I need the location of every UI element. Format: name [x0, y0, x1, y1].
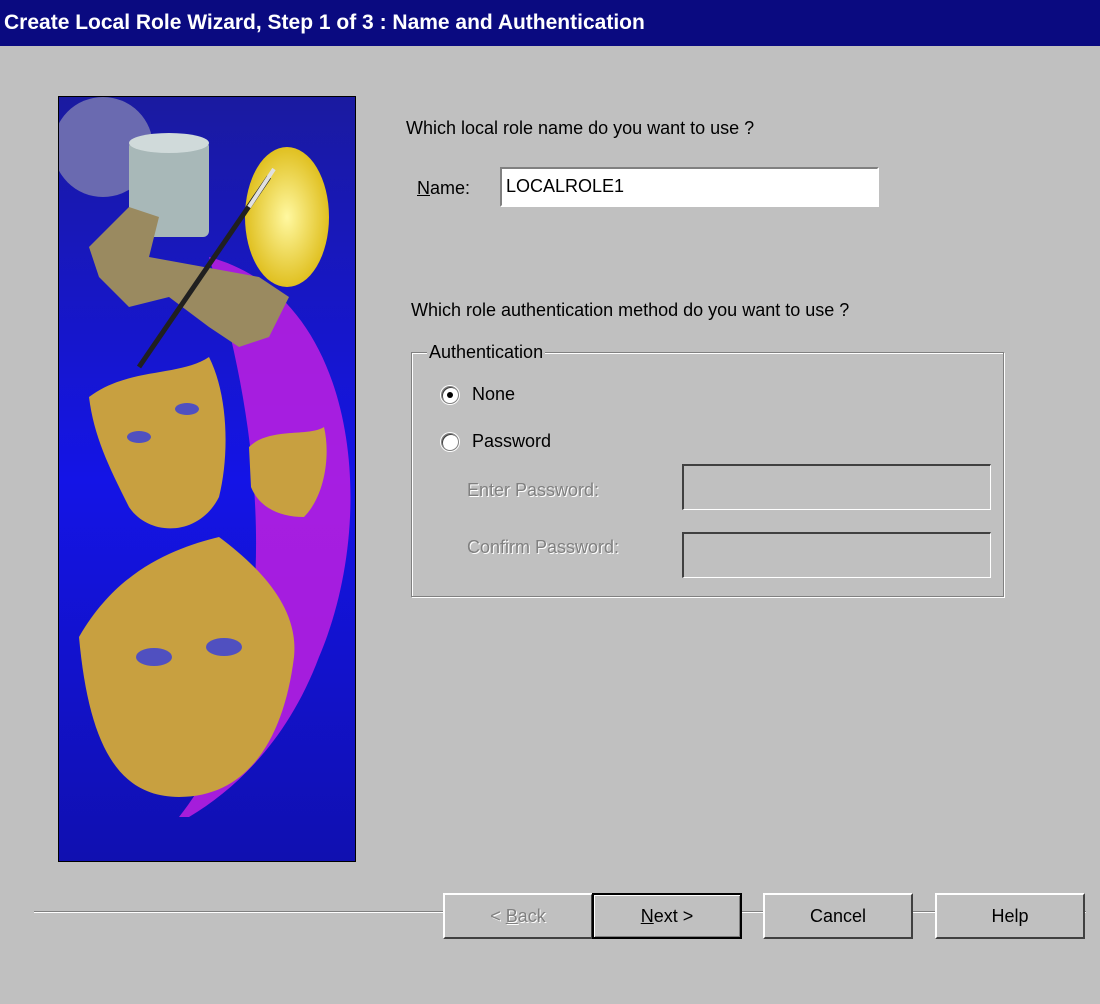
next-button[interactable]: Next > [592, 893, 742, 939]
wizard-body: Which local role name do you want to use… [0, 46, 1100, 1004]
radio-password[interactable] [441, 433, 459, 451]
radio-none-label[interactable]: None [472, 384, 515, 405]
back-button[interactable]: < Back [443, 893, 593, 939]
role-name-question: Which local role name do you want to use… [406, 118, 755, 138]
help-button[interactable]: Help [935, 893, 1085, 939]
auth-method-question: Which role authentication method do you … [411, 300, 850, 320]
window-title: Create Local Role Wizard, Step 1 of 3 : … [4, 11, 645, 34]
radio-none[interactable] [441, 386, 459, 404]
enter-password-input[interactable] [682, 464, 991, 510]
name-input[interactable]: LOCALROLE1 [500, 167, 879, 207]
cancel-button[interactable]: Cancel [763, 893, 913, 939]
enter-password-label: Enter Password: [467, 480, 600, 500]
wizard-illustration [58, 96, 356, 862]
authentication-group-label: Authentication [427, 342, 546, 363]
radio-password-label[interactable]: Password [472, 431, 551, 452]
confirm-password-label: Confirm Password: [467, 537, 620, 557]
name-label: Name: [417, 178, 471, 198]
title-bar: Create Local Role Wizard, Step 1 of 3 : … [0, 0, 1100, 46]
confirm-password-input[interactable] [682, 532, 991, 578]
